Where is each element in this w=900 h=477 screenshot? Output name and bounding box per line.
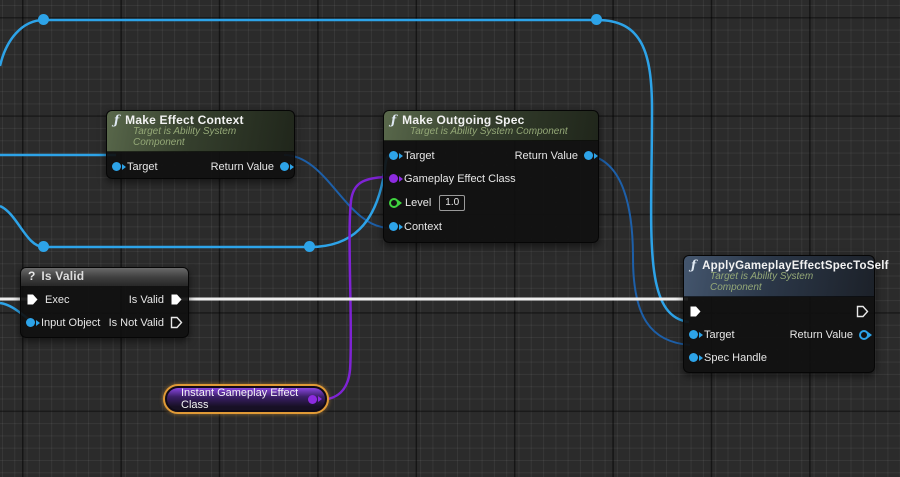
pin-label: Exec — [45, 293, 70, 306]
node-make-outgoing-spec[interactable]: ƒ Make Outgoing Spec Target is Ability S… — [383, 110, 599, 243]
function-icon: ƒ — [691, 258, 697, 272]
exec-in-pin[interactable] — [26, 293, 39, 306]
exec-out-pin[interactable] — [856, 305, 869, 318]
pin-label: Is Not Valid — [108, 316, 164, 329]
node-is-valid[interactable]: ? Is Valid Exec Is Valid Input Object Is… — [20, 267, 189, 338]
node-header[interactable]: ƒ Make Effect Context Target is Ability … — [107, 111, 294, 152]
pin-spec-handle[interactable] — [689, 353, 698, 362]
wire-asc-to-apply-target[interactable] — [596, 18, 690, 324]
node-header[interactable]: ? Is Valid — [21, 268, 188, 286]
pin-context[interactable] — [389, 222, 398, 231]
function-icon: ƒ — [114, 113, 120, 127]
pin-label: Target — [404, 149, 435, 162]
pin-target[interactable] — [689, 330, 698, 339]
level-value-input[interactable]: 1.0 — [439, 194, 466, 211]
pin-class-output[interactable] — [308, 394, 317, 404]
reroute-node[interactable] — [38, 241, 49, 252]
node-title: Make Outgoing Spec — [402, 113, 525, 127]
exec-out-is-valid-pin[interactable] — [170, 293, 183, 306]
wire-effectcontext-to-context[interactable] — [283, 154, 391, 229]
node-header[interactable]: ƒ Make Outgoing Spec Target is Ability S… — [384, 111, 598, 141]
pin-target[interactable] — [112, 162, 121, 171]
variable-title: Instant Gameplay Effect Class — [181, 387, 299, 411]
pin-return-value[interactable] — [584, 151, 593, 160]
pin-label: Spec Handle — [704, 351, 767, 364]
node-subtitle: Target is Ability System Component — [710, 271, 814, 293]
pin-label: Return Value — [514, 149, 578, 162]
pin-label: Target — [704, 328, 735, 341]
node-subtitle: Target is Ability System Component — [133, 126, 237, 148]
pin-input-object[interactable] — [26, 318, 35, 327]
pin-label: Return Value — [210, 160, 274, 173]
wire-asc-left-entry-mid[interactable] — [0, 204, 45, 249]
pin-label: Input Object — [41, 316, 101, 329]
wire-asc-left-exit-top[interactable] — [0, 18, 45, 67]
pin-return-value[interactable] — [859, 329, 869, 340]
reroute-node[interactable] — [304, 241, 315, 252]
node-apply-gameplay-effect-spec-to-self[interactable]: ƒ ApplyGameplayEffectSpecToSelf Target i… — [683, 255, 888, 373]
pin-label: Target — [127, 160, 158, 173]
reroute-node[interactable] — [591, 14, 602, 25]
node-make-effect-context[interactable]: ƒ Make Effect Context Target is Ability … — [106, 110, 295, 179]
pin-label: Level — [405, 196, 432, 209]
node-title: Make Effect Context — [125, 113, 244, 127]
question-mark-icon: ? — [28, 269, 36, 283]
node-instant-gameplay-effect-class[interactable]: Instant Gameplay Effect Class — [163, 384, 329, 414]
pin-target[interactable] — [389, 151, 398, 160]
pin-label: Is Valid — [128, 293, 164, 306]
pin-label: Context — [404, 220, 442, 233]
pin-level[interactable] — [389, 197, 399, 208]
node-title: Is Valid — [41, 269, 85, 283]
node-subtitle: Target is Ability System Component — [410, 126, 568, 137]
function-icon: ƒ — [391, 113, 397, 127]
blueprint-graph-canvas[interactable]: { "editor": "unreal-blueprint-graph", "c… — [0, 0, 900, 477]
reroute-node[interactable] — [38, 14, 49, 25]
pin-label: Return Value — [789, 328, 853, 341]
pin-gameplay-effect-class[interactable] — [389, 174, 398, 183]
pin-label: Gameplay Effect Class — [404, 172, 516, 185]
pin-return-value[interactable] — [280, 162, 289, 171]
exec-in-pin[interactable] — [689, 305, 702, 318]
exec-out-is-not-valid-pin[interactable] — [170, 316, 183, 329]
node-header[interactable]: ƒ ApplyGameplayEffectSpecToSelf Target i… — [684, 256, 888, 297]
